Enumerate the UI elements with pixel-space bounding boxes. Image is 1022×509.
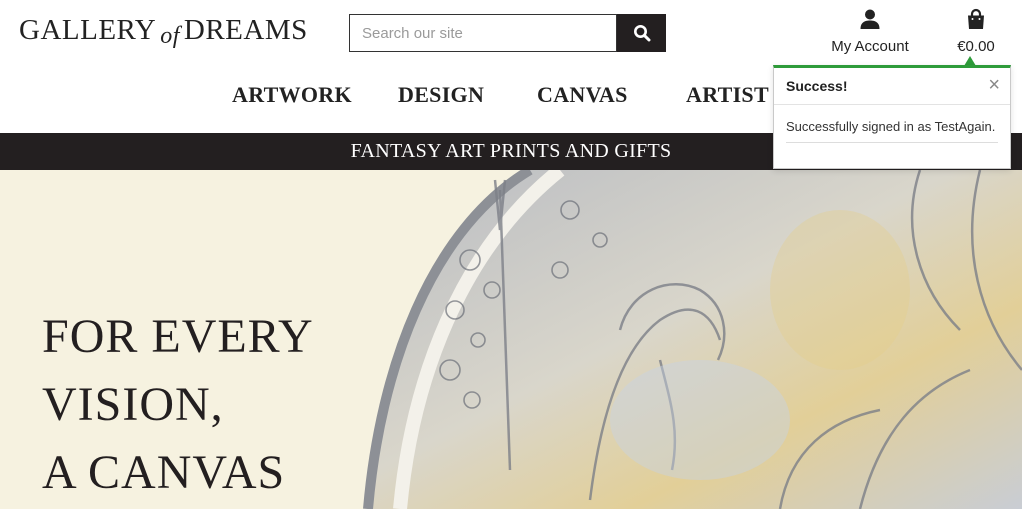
close-icon[interactable]: × xyxy=(988,73,1000,97)
nav-design[interactable]: DESIGN xyxy=(398,82,484,108)
my-account-link[interactable]: My Account xyxy=(822,8,918,55)
logo-word-gallery: GALLERY xyxy=(19,14,157,46)
hero-section: FOR EVERY VISION, A CANVAS xyxy=(0,170,1022,509)
toast-header: Success! × xyxy=(774,68,1010,105)
hero-line-2: VISION, xyxy=(42,378,224,431)
nav-artwork[interactable]: ARTWORK xyxy=(232,82,352,108)
nav-artist[interactable]: ARTIST xyxy=(686,82,769,108)
shopping-bag-link[interactable]: €0.00 xyxy=(944,8,1008,55)
site-logo[interactable]: GALLERY of DREAMS xyxy=(19,14,308,54)
bag-total: €0.00 xyxy=(957,38,995,55)
search-input[interactable] xyxy=(349,14,617,52)
shopping-bag-icon xyxy=(968,8,984,29)
hero-line-1: FOR EVERY xyxy=(42,310,314,363)
user-icon xyxy=(860,9,880,29)
hero-headline: FOR EVERY VISION, A CANVAS xyxy=(42,303,372,507)
nav-canvas[interactable]: CANVAS xyxy=(537,82,628,108)
my-account-label: My Account xyxy=(831,38,909,55)
logo-word-of: of xyxy=(160,23,180,49)
hero-line-3: A CANVAS xyxy=(42,446,286,499)
logo-word-dreams: DREAMS xyxy=(183,14,308,46)
toast-divider xyxy=(786,142,998,143)
search-form xyxy=(349,14,666,52)
success-toast: Success! × Successfully signed in as Tes… xyxy=(773,65,1011,169)
toast-message: Successfully signed in as TestAgain. xyxy=(786,119,996,134)
toast-title: Success! xyxy=(786,78,848,94)
search-button[interactable] xyxy=(617,14,666,52)
search-icon xyxy=(633,25,650,42)
hero-artwork-image xyxy=(363,170,1022,509)
